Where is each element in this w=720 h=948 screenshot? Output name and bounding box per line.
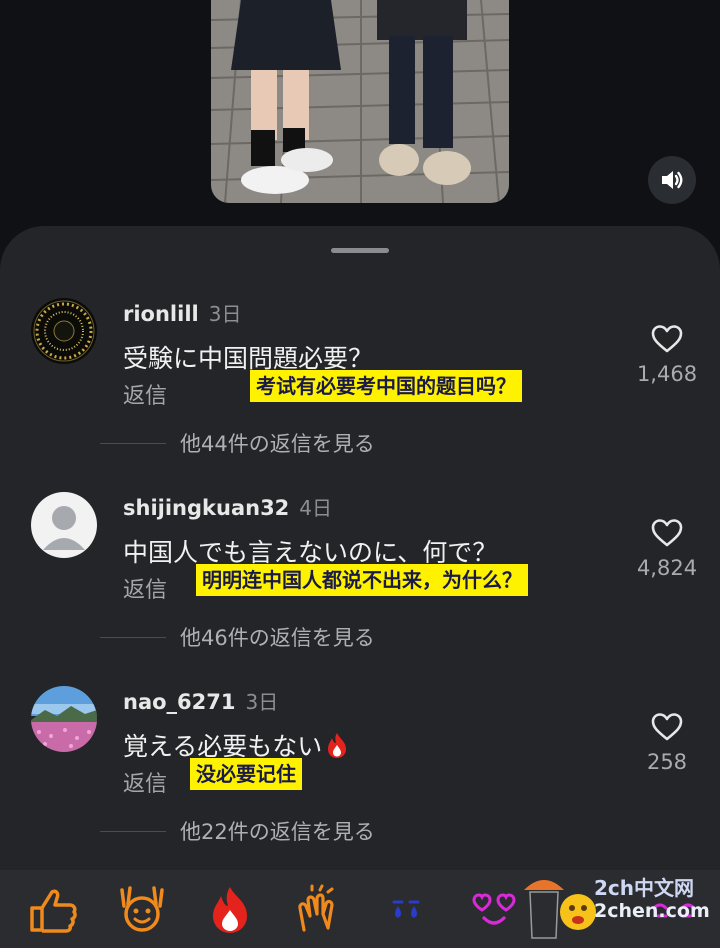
divider-line bbox=[100, 442, 166, 444]
speaker-icon bbox=[662, 171, 683, 189]
like-count: 4,824 bbox=[636, 556, 698, 580]
heart-outline-icon bbox=[651, 713, 683, 741]
like-count: 258 bbox=[646, 750, 688, 774]
reply-button[interactable]: 返信 bbox=[123, 572, 167, 604]
sound-toggle-button[interactable] bbox=[648, 156, 696, 204]
comment-meta: shijingkuan32 4日 bbox=[123, 492, 332, 521]
divider-line bbox=[100, 636, 166, 638]
view-more-replies-label: 他22件の返信を見る bbox=[180, 820, 375, 844]
sheet-drag-handle[interactable] bbox=[331, 248, 389, 253]
view-more-replies[interactable]: 他22件の返信を見る bbox=[100, 816, 375, 846]
avatar[interactable] bbox=[31, 686, 97, 752]
username[interactable]: rionlill bbox=[123, 302, 199, 326]
clapping-hands-emoji-icon[interactable] bbox=[290, 884, 342, 936]
avatar[interactable] bbox=[31, 492, 97, 558]
heart-eyes-emoji-icon[interactable] bbox=[468, 884, 520, 936]
comment-text-body: 覚える必要もない bbox=[123, 732, 323, 761]
username[interactable]: shijingkuan32 bbox=[123, 496, 289, 520]
avatar[interactable] bbox=[31, 298, 97, 364]
comment-item: rionlill 3日 受験に中国問題必要？ 返信 考试有必要考中国的题目吗？ … bbox=[0, 298, 720, 492]
comment-meta: nao_6271 3日 bbox=[123, 686, 278, 715]
crying-face-emoji-icon[interactable] bbox=[380, 884, 432, 936]
comment-meta: rionlill 3日 bbox=[123, 298, 241, 327]
translation-caption: 没必要记住 bbox=[190, 758, 302, 790]
comment-time: 3日 bbox=[208, 302, 242, 326]
comment-time: 4日 bbox=[299, 496, 333, 520]
blushing-face-emoji-icon[interactable] bbox=[648, 884, 700, 936]
divider-line bbox=[100, 830, 166, 832]
like-count: 1,468 bbox=[636, 362, 698, 386]
reply-button[interactable]: 返信 bbox=[123, 378, 167, 410]
view-more-replies-label: 他46件の返信を見る bbox=[180, 626, 375, 650]
comment-item: shijingkuan32 4日 中国人でも言えないのに、何で？ 返信 明明连中… bbox=[0, 492, 720, 686]
video-area bbox=[0, 0, 720, 232]
comment-time: 3日 bbox=[245, 690, 279, 714]
like-button[interactable]: 1,468 bbox=[630, 324, 704, 386]
view-more-replies[interactable]: 他44件の返信を見る bbox=[100, 428, 375, 458]
face-hands-up-emoji-icon[interactable] bbox=[116, 884, 168, 936]
like-button[interactable]: 4,824 bbox=[630, 518, 704, 580]
comment-item: nao_6271 3日 覚える必要もない 返信 没必要记住 258 他22件の返… bbox=[0, 686, 720, 880]
view-more-replies[interactable]: 他46件の返信を見る bbox=[100, 622, 375, 652]
heart-outline-icon bbox=[651, 519, 683, 547]
emoji-reaction-bar bbox=[0, 870, 720, 948]
video-thumbnail[interactable] bbox=[211, 0, 509, 203]
view-more-replies-label: 他44件の返信を見る bbox=[180, 432, 375, 456]
thumbs-up-emoji-icon[interactable] bbox=[28, 884, 80, 936]
heart-outline-icon bbox=[651, 325, 683, 353]
username[interactable]: nao_6271 bbox=[123, 690, 236, 714]
comments-sheet: rionlill 3日 受験に中国問題必要？ 返信 考试有必要考中国的题目吗？ … bbox=[0, 226, 720, 948]
reply-button[interactable]: 返信 bbox=[123, 766, 167, 798]
fire-emoji-icon[interactable] bbox=[204, 884, 256, 936]
translation-caption: 考试有必要考中国的题目吗？ bbox=[250, 370, 522, 402]
fire-emoji-icon bbox=[328, 733, 347, 758]
like-button[interactable]: 258 bbox=[630, 712, 704, 774]
translation-caption: 明明连中国人都说不出来，为什么？ bbox=[196, 564, 528, 596]
